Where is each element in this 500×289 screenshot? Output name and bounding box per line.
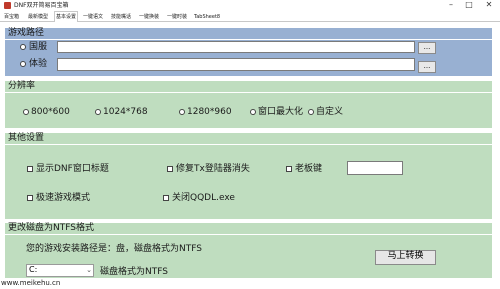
watermark: www.meikehu.cn: [1, 279, 61, 287]
cn-server-browse-button[interactable]: ...: [418, 42, 436, 54]
tab-treasure-box[interactable]: 百宝箱: [3, 13, 20, 22]
tab-basic-settings[interactable]: 基本设置: [54, 11, 79, 22]
game-path-legend: 游戏路径: [8, 28, 45, 38]
boss-key-label: 老板键: [295, 164, 323, 174]
game-path-panel: 游戏路径 国服 ... 体验 ...: [5, 28, 492, 76]
close-qqdl-label: 关闭QQDL.exe: [172, 193, 235, 203]
other-settings-panel: 其他设置 显示DNF窗口标题 修复Tx登陆器消失 老板键 极速游戏模式 关闭QQ…: [5, 133, 492, 219]
disk-format-text: 磁盘格式为NTFS: [100, 267, 168, 277]
tab-bar: 百宝箱 最新模型 基本设置 一键语文 技能嘴话 一键换装 一键时装 TabShe…: [0, 11, 500, 22]
radio-cn-server[interactable]: [20, 44, 26, 50]
app-icon: [4, 2, 11, 9]
radio-res-800[interactable]: [23, 109, 29, 115]
res-1280-label: 1280*960: [187, 107, 232, 117]
tab-one-key-fashion[interactable]: 一键时装: [166, 13, 188, 22]
radio-maximize-window[interactable]: [250, 109, 256, 115]
res-800-label: 800*600: [31, 107, 70, 117]
minimize-button[interactable]: –: [443, 0, 459, 11]
cn-server-path-input[interactable]: [57, 41, 415, 53]
title-bar: DNF双开简易百宝箱 – □ ✕: [0, 0, 500, 11]
tab-skill-talk[interactable]: 技能嘴话: [110, 13, 132, 22]
divider: [5, 92, 492, 93]
test-server-label: 体验: [29, 59, 48, 69]
divider: [5, 234, 492, 235]
radio-test-server[interactable]: [20, 61, 26, 67]
radio-res-1024[interactable]: [95, 109, 101, 115]
boss-key-input[interactable]: [347, 161, 403, 175]
tab-tabsheet8[interactable]: TabSheet8: [193, 13, 221, 22]
res-1024-label: 1024*768: [103, 107, 148, 117]
tab-one-key-outfit[interactable]: 一键换装: [138, 13, 160, 22]
radio-custom[interactable]: [308, 109, 314, 115]
custom-label: 自定义: [316, 107, 344, 117]
window-title: DNF双开简易百宝箱: [14, 2, 69, 9]
convert-now-button[interactable]: 马上转换: [375, 250, 436, 265]
maximize-window-label: 窗口最大化: [258, 107, 304, 117]
ntfs-panel: 更改磁盘为NTFS格式 您的游戏安装路径是：盘，磁盘格式为NTFS C: ⌄ 磁…: [5, 223, 492, 278]
tab-one-key-chinese[interactable]: 一键语文: [82, 13, 104, 22]
divider: [5, 144, 492, 145]
checkbox-boss-key[interactable]: [286, 166, 292, 172]
resolution-panel: 分辨率 800*600 1024*768 1280*960 窗口最大化 自定义: [5, 81, 492, 128]
checkbox-show-title[interactable]: [27, 166, 33, 172]
test-server-browse-button[interactable]: ...: [418, 61, 436, 73]
ntfs-legend: 更改磁盘为NTFS格式: [8, 223, 94, 233]
fix-launcher-label: 修复Tx登陆器消失: [176, 164, 250, 174]
checkbox-fix-launcher[interactable]: [167, 166, 173, 172]
chevron-down-icon: ⌄: [86, 266, 92, 274]
speed-mode-label: 极速游戏模式: [36, 193, 91, 203]
test-server-path-input[interactable]: [57, 58, 415, 71]
show-title-label: 显示DNF窗口标题: [36, 164, 109, 174]
divider: [5, 39, 492, 40]
other-settings-legend: 其他设置: [8, 133, 45, 143]
checkbox-speed-mode[interactable]: [27, 195, 33, 201]
drive-select[interactable]: C: ⌄: [26, 264, 94, 277]
resolution-legend: 分辨率: [8, 81, 36, 91]
tab-latest-model[interactable]: 最新模型: [27, 13, 49, 22]
ntfs-info-text: 您的游戏安装路径是：盘，磁盘格式为NTFS: [26, 244, 202, 254]
close-button[interactable]: ✕: [481, 0, 497, 11]
radio-res-1280[interactable]: [179, 109, 185, 115]
cn-server-label: 国服: [29, 42, 48, 52]
checkbox-close-qqdl[interactable]: [163, 195, 169, 201]
maximize-button[interactable]: □: [461, 0, 477, 11]
drive-select-value: C:: [29, 265, 38, 274]
